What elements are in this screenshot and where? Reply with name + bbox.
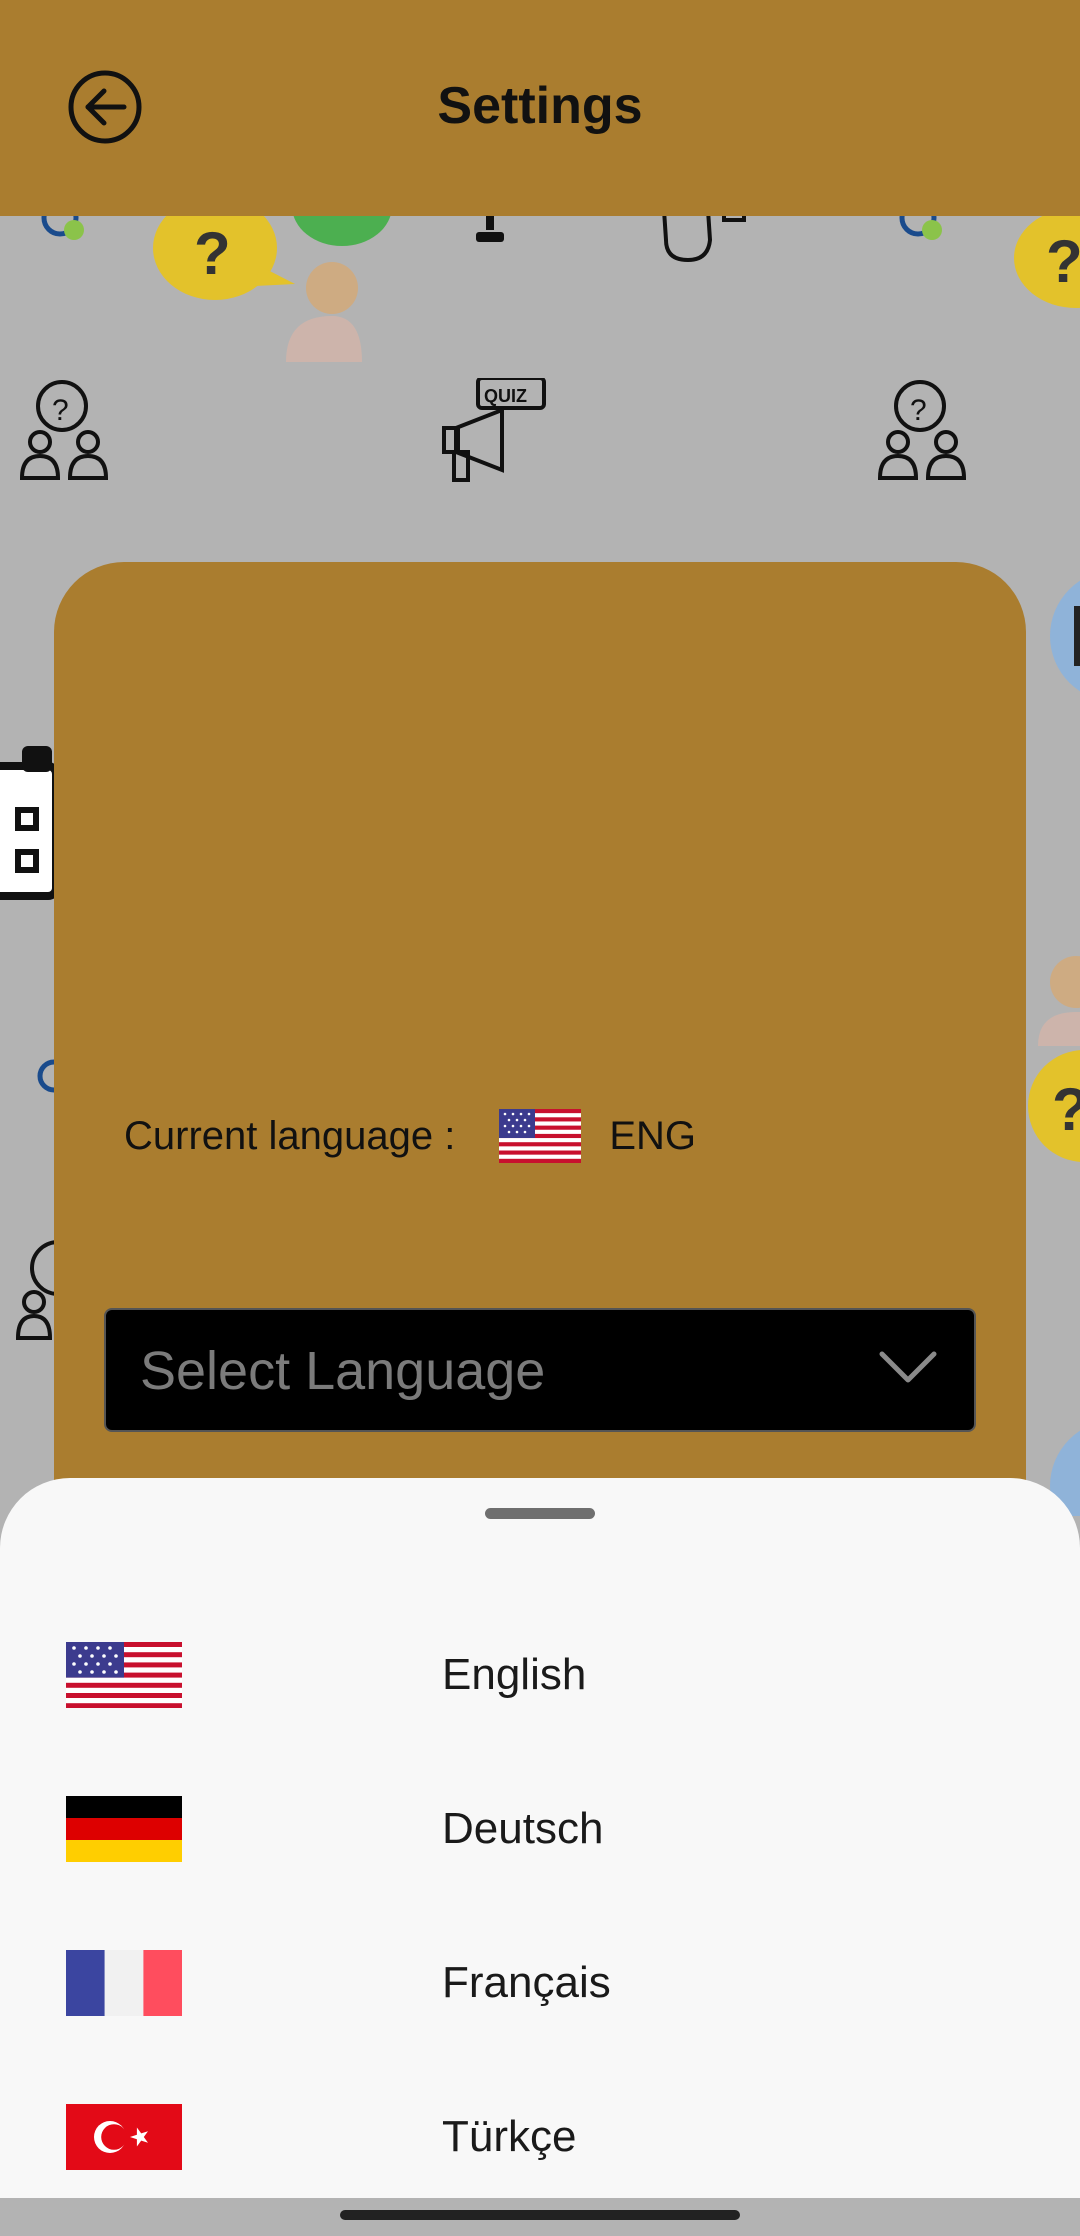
question-mark-text: ?: [194, 220, 231, 287]
us-flag-icon: [499, 1109, 582, 1163]
current-language-label: Current language :: [124, 1113, 456, 1158]
language-option-francais[interactable]: Français: [0, 1906, 1080, 2060]
france-flag-icon: [66, 1950, 182, 2016]
gear-check-icon: [37, 1059, 56, 1093]
chevron-down-icon: [879, 1351, 937, 1383]
question-bubble-icon: ?: [153, 216, 295, 300]
help-group-icon: [15, 1240, 56, 1340]
language-option-turkce[interactable]: Türkçe: [0, 2060, 1080, 2214]
current-language-code: ENG: [609, 1113, 697, 1158]
language-option-deutsch[interactable]: Deutsch: [0, 1752, 1080, 1906]
sheet-drag-handle[interactable]: [485, 1508, 595, 1519]
blue-circle-icon: [1050, 580, 1080, 692]
svg-text:?: ?: [1052, 1076, 1080, 1143]
app-bar: Settings: [0, 0, 1080, 216]
page-title: Settings: [437, 77, 643, 135]
svg-text:?: ?: [1046, 228, 1080, 295]
svg-text:?: ?: [52, 394, 69, 427]
germany-flag-icon: [66, 1796, 182, 1862]
pie-icon: [293, 216, 391, 246]
svg-text:?: ?: [910, 394, 927, 427]
turkey-flag-icon: [66, 2104, 182, 2170]
select-language-dropdown[interactable]: Select Language: [104, 1308, 976, 1432]
help-group-icon: ?: [877, 380, 967, 480]
us-flag-icon: [66, 1642, 182, 1708]
gear-check-icon: [41, 216, 84, 240]
gear-check-icon: [899, 216, 942, 240]
system-gesture-bar: [340, 2210, 740, 2220]
quiz-badge-text: QUIZ: [484, 386, 527, 406]
person-icon: [286, 262, 362, 362]
current-language-row: Current language : ENG: [124, 1106, 696, 1166]
select-language-placeholder: Select Language: [140, 1341, 546, 1401]
question-bubble-icon: ?: [1014, 216, 1080, 308]
language-option-label: Français: [442, 1958, 611, 2007]
language-bottom-sheet: English Deutsch Français Türkçe: [0, 1478, 1080, 2198]
pointer-hand-icon: [662, 216, 746, 263]
question-bubble-icon: ?: [1028, 1050, 1080, 1162]
language-option-english[interactable]: English: [0, 1598, 1080, 1752]
help-group-icon: ?: [19, 380, 109, 480]
person-icon: [1038, 956, 1080, 1046]
trophy-icon: [476, 216, 504, 242]
quiz-megaphone-icon: QUIZ: [442, 378, 546, 482]
language-option-label: Türkçe: [442, 2112, 577, 2161]
language-option-label: English: [442, 1650, 587, 1699]
language-option-label: Deutsch: [442, 1804, 604, 1853]
checklist-icon: [0, 746, 56, 900]
